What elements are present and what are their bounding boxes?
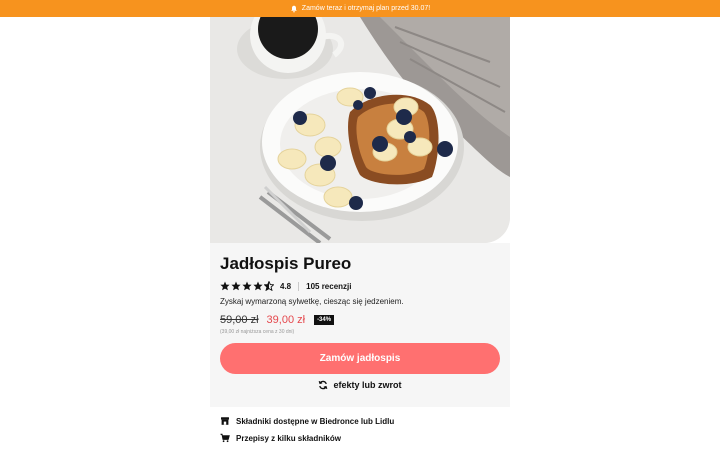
new-price: 39,00 zł xyxy=(266,314,306,326)
feature-item: Składniki dostępne w Biedronce lub Lidlu xyxy=(220,416,394,426)
product-description: Zyskaj wymarzoną sylwetkę, ciesząc się j… xyxy=(220,297,404,306)
refresh-icon xyxy=(319,380,328,390)
star-icon xyxy=(242,281,252,291)
promo-banner: Zamów teraz i otrzymaj plan przed 30.07! xyxy=(0,0,720,17)
half-star-icon xyxy=(264,281,274,291)
star-icon xyxy=(253,281,263,291)
food-photo xyxy=(210,17,510,243)
star-icon xyxy=(231,281,241,291)
product-hero-image xyxy=(210,17,510,243)
product-title: Jadłospis Pureo xyxy=(220,254,352,273)
rating-row: 4.8 105 recenzji xyxy=(220,280,352,292)
discount-badge: -34% xyxy=(314,315,335,325)
star-icon xyxy=(220,281,230,291)
old-price: 59,00 zł xyxy=(220,314,259,326)
feature-item: Przepisy z kilku składników xyxy=(220,433,341,443)
feature-label: Składniki dostępne w Biedronce lub Lidlu xyxy=(236,416,395,426)
feature-label: Przepisy z kilku składników xyxy=(236,433,341,443)
product-card: Jadłospis Pureo 4.8 105 recenzji Zyskaj … xyxy=(210,243,510,407)
bell-icon xyxy=(290,5,297,12)
store-icon xyxy=(221,417,229,425)
rating-stars xyxy=(220,281,274,291)
lowest-price-note: (39,00 zł najniższa cena z 30 dni) xyxy=(220,329,295,335)
refund-label: efekty lub zwrot xyxy=(333,380,402,390)
price-row: 59,00 zł 39,00 zł -34% xyxy=(220,313,335,327)
divider xyxy=(298,281,300,291)
cart-icon xyxy=(220,433,230,443)
order-button[interactable]: Zamów jadłospis xyxy=(220,343,500,374)
refund-guarantee: efekty lub zwrot xyxy=(210,380,510,390)
rating-value: 4.8 xyxy=(280,281,292,291)
reviews-link[interactable]: 105 recenzji xyxy=(306,282,351,291)
promo-banner-text: Zamów teraz i otrzymaj plan przed 30.07! xyxy=(301,5,431,12)
